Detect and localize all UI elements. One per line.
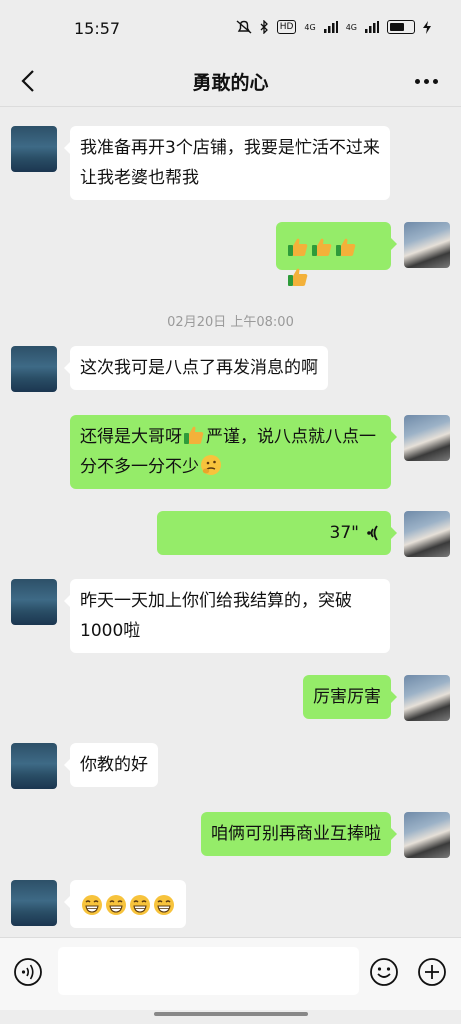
- thumbs-up-icon: [288, 238, 308, 256]
- avatar-self[interactable]: [404, 222, 450, 268]
- message-bubble-sent[interactable]: 咱俩可别再商业互捧啦: [201, 812, 397, 856]
- charging-icon: [423, 20, 431, 34]
- thumbs-up-icon: [336, 238, 356, 256]
- mute-bell-icon: [236, 20, 252, 34]
- message-text: 厉害厉害: [313, 687, 381, 707]
- more-dot-icon: [414, 78, 420, 84]
- voice-icon: [14, 958, 42, 986]
- home-indicator[interactable]: [154, 1012, 308, 1016]
- message-text: 还得是大哥呀: [80, 427, 182, 447]
- signal-icon-2: [365, 21, 379, 33]
- message-timestamp: 02月20日 上午08:00: [167, 315, 294, 330]
- hd-badge: HD: [276, 20, 297, 34]
- message-bubble-sent[interactable]: 还得是大哥呀 严谨，说八点就八点一分不多一分不少: [70, 415, 397, 489]
- message-text: 我准备再开3个店铺，我要是忙活不过来 让我老婆也帮我: [80, 138, 380, 188]
- bluetooth-icon: [260, 20, 268, 34]
- message-bubble-received[interactable]: 你教的好: [64, 743, 158, 787]
- message-bubble-received[interactable]: 我准备再开3个店铺，我要是忙活不过来 让我老婆也帮我: [64, 126, 390, 200]
- plus-icon: [418, 958, 446, 986]
- message-bubble-sent[interactable]: [276, 222, 397, 286]
- smiley-icon: [370, 958, 398, 986]
- more-dot-icon: [423, 78, 429, 84]
- signal-4g-label: 4G: [304, 22, 316, 32]
- status-icons: HD 4G 4G: [236, 20, 431, 34]
- voice-duration: 37": [329, 523, 359, 543]
- message-bubble-sent[interactable]: 厉害厉害: [303, 675, 397, 719]
- status-bar: 15:57 HD 4G 4G: [0, 0, 461, 56]
- thumbs-up-icon: [312, 238, 332, 256]
- avatar-contact[interactable]: [11, 743, 57, 789]
- more-options-button[interactable]: [411, 66, 441, 96]
- avatar-self[interactable]: [404, 415, 450, 461]
- message-text: 你教的好: [80, 755, 148, 775]
- message-input[interactable]: [58, 947, 359, 995]
- message-bubble-received[interactable]: [64, 880, 186, 928]
- emoji-button[interactable]: [369, 957, 399, 987]
- thumbs-up-icon: [288, 268, 308, 286]
- battery-icon: [387, 20, 415, 34]
- signal-icon: [323, 21, 338, 33]
- grinning-face-icon: [130, 895, 150, 915]
- thinking-face-icon: [201, 455, 221, 475]
- grinning-face-icon: [154, 895, 174, 915]
- input-bar: [0, 937, 461, 1010]
- voice-message-content: 37": [167, 518, 381, 548]
- avatar-contact[interactable]: [11, 346, 57, 392]
- voice-input-toggle[interactable]: [13, 957, 43, 987]
- status-time: 15:57: [74, 19, 121, 38]
- voice-message-bubble[interactable]: 37": [157, 511, 397, 555]
- message-text: 这次我可是八点了再发消息的啊: [80, 358, 318, 378]
- signal-4g-label-2: 4G: [345, 22, 357, 32]
- message-text: 昨天一天加上你们给我结算的，突破1000啦: [80, 591, 352, 641]
- grinning-face-icon: [82, 895, 102, 915]
- chat-title: 勇敢的心: [192, 72, 269, 94]
- message-bubble-received[interactable]: 这次我可是八点了再发消息的啊: [64, 346, 328, 390]
- message-text: 咱俩可别再商业互捧啦: [211, 824, 381, 844]
- message-bubble-received[interactable]: 昨天一天加上你们给我结算的，突破1000啦: [64, 579, 390, 653]
- more-actions-button[interactable]: [417, 957, 447, 987]
- more-dot-icon: [432, 78, 438, 84]
- nav-bar: 勇敢的心: [0, 56, 461, 107]
- voice-wave-icon: [367, 525, 378, 541]
- chat-area[interactable]: 我准备再开3个店铺，我要是忙活不过来 让我老婆也帮我 02月20日 上午08:0…: [0, 107, 461, 937]
- avatar-self[interactable]: [404, 511, 450, 557]
- thumbs-up-icon: [184, 426, 204, 444]
- grinning-face-icon: [106, 895, 126, 915]
- avatar-self[interactable]: [404, 675, 450, 721]
- avatar-self[interactable]: [404, 812, 450, 858]
- avatar-contact[interactable]: [11, 126, 57, 172]
- avatar-contact[interactable]: [11, 579, 57, 625]
- avatar-contact[interactable]: [11, 880, 57, 926]
